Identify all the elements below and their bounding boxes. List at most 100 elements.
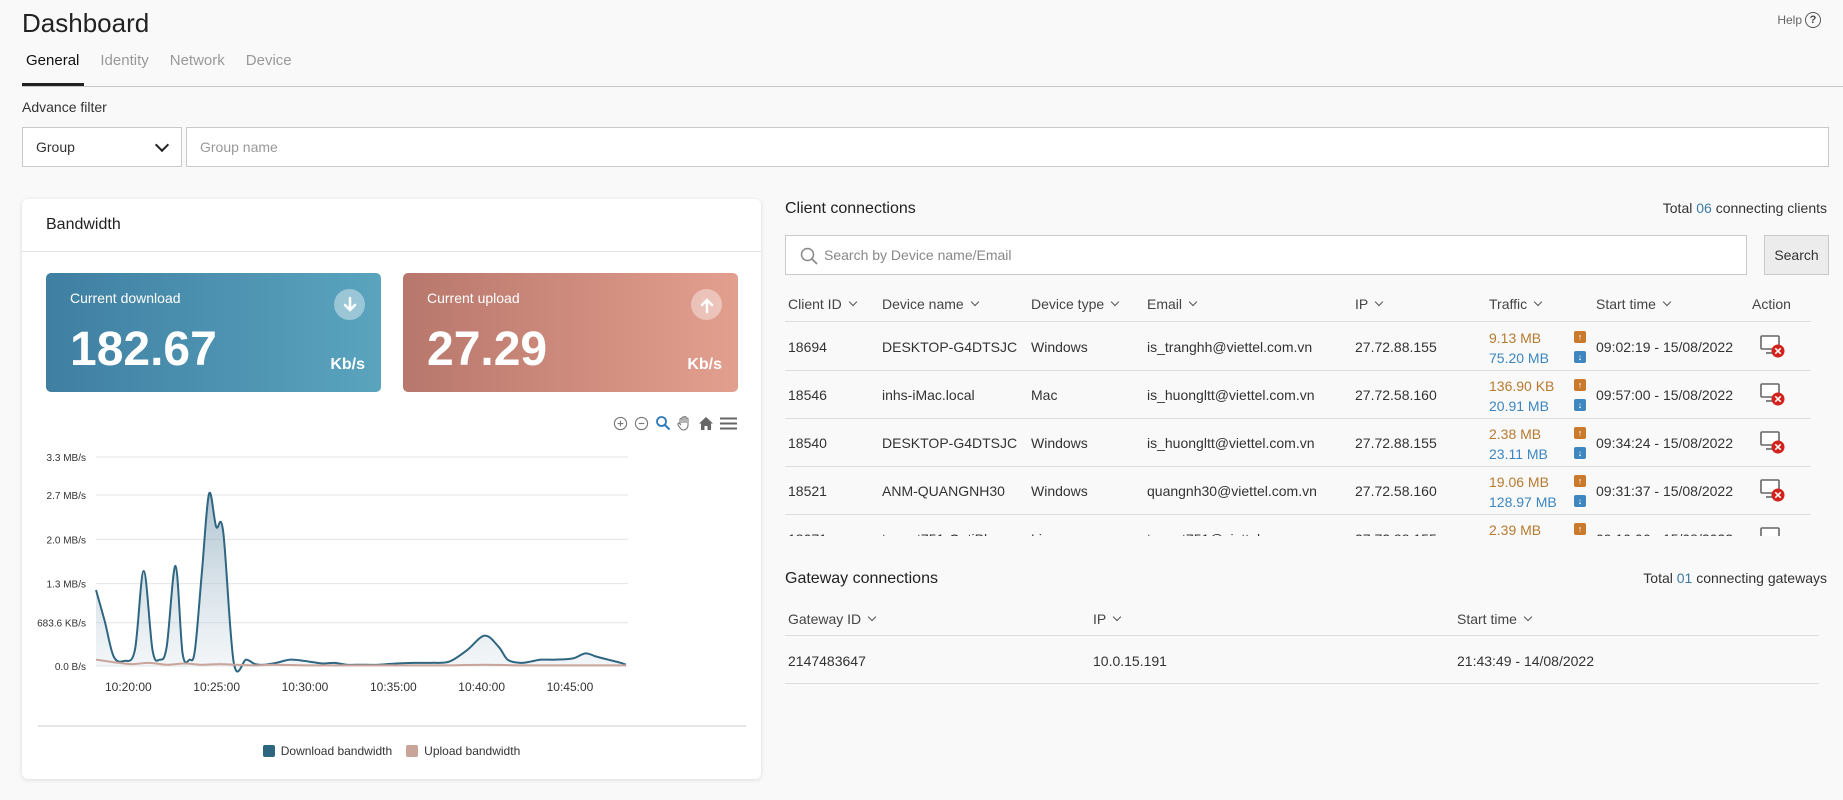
bandwidth-title: Bandwidth: [22, 199, 761, 252]
start-time: 09:10:06 - 15/08/2022: [1596, 515, 1733, 536]
arrow-up-circle-icon: [691, 289, 722, 320]
email: quangnh30@viettel.com.vn: [1147, 483, 1317, 499]
traffic: 2.38 MB 23.11 MB: [1489, 424, 1548, 464]
ip: 27.72.88.155: [1355, 435, 1437, 451]
download-area: [96, 492, 626, 672]
gateway-start-time: 21:43:49 - 14/08/2022: [1457, 652, 1595, 669]
disconnect-icon[interactable]: [1760, 383, 1786, 410]
arrow-down-circle-icon: [334, 289, 365, 320]
col-ip[interactable]: IP: [1355, 296, 1384, 312]
group-select[interactable]: Group: [22, 127, 182, 167]
x-tick-label: 10:30:00: [282, 680, 329, 694]
y-tick-label: 683.6 KB/s: [37, 619, 86, 630]
col-client-id-label: Client ID: [788, 296, 842, 312]
client-search-input[interactable]: Search by Device name/Email: [785, 235, 1747, 275]
client-id: 18071: [788, 515, 827, 536]
email: tungnt751@viettel.com.vn: [1147, 515, 1309, 536]
traffic: 136.90 KB 20.91 MB: [1489, 376, 1554, 416]
gateway-row[interactable]: 2147483647 10.0.15.191 21:43:49 - 14/08/…: [785, 637, 1819, 684]
x-tick-label: 10:35:00: [370, 680, 417, 694]
col-client-id[interactable]: Client ID: [788, 296, 857, 312]
col-gateway-id[interactable]: Gateway ID: [788, 611, 877, 627]
col-device-type[interactable]: Device type: [1031, 296, 1120, 312]
help-label: Help: [1777, 13, 1802, 27]
start-time: 09:02:19 - 15/08/2022: [1596, 339, 1734, 355]
gateway-connections-total: Total 01 connecting gateways: [1643, 570, 1827, 586]
disconnect-icon[interactable]: [1760, 527, 1786, 536]
search-icon: [800, 247, 818, 268]
client-id: 18546: [788, 387, 827, 403]
search-button[interactable]: Search: [1764, 235, 1829, 275]
help-link[interactable]: Help ?: [1777, 12, 1821, 28]
device-name: DESKTOP-G4DTSJC: [882, 339, 1018, 355]
tab-general[interactable]: General: [22, 50, 85, 86]
tab-device[interactable]: Device: [242, 50, 297, 86]
table-row[interactable]: 18694 DESKTOP-G4DTSJC Windows is_tranghh@vi…: [785, 323, 1811, 371]
tab-identity[interactable]: Identity: [96, 50, 153, 86]
gateway-table-header: Gateway ID IP Start time: [785, 604, 1819, 636]
col-traffic[interactable]: Traffic: [1489, 296, 1543, 312]
traffic-upload: 19.06 MB: [1489, 474, 1549, 490]
col-gw-ip[interactable]: IP: [1093, 611, 1122, 627]
chevron-down-icon: [1533, 297, 1543, 307]
col-device-name[interactable]: Device name: [882, 296, 979, 312]
traffic-upload: 2.38 MB: [1489, 426, 1542, 442]
device-name: inhs-iMac.local: [882, 387, 975, 403]
chevron-down-icon: [970, 297, 979, 307]
download-arrow-icon: ↓: [1574, 399, 1586, 411]
disconnect-icon[interactable]: [1760, 431, 1786, 458]
legend-download[interactable]: Download bandwidth: [262, 744, 392, 758]
col-device-type-label: Device type: [1031, 296, 1105, 312]
start-time: 09:31:37 - 15/08/2022: [1596, 483, 1734, 499]
table-row[interactable]: 18540 DESKTOP-G4DTSJC Windows is_huongltt@v…: [785, 419, 1811, 467]
chevron-down-icon: [1112, 612, 1122, 622]
bandwidth-chart: 3.3 MB/s 2.7 MB/s 2.0 MB/s 1.3 MB/s 683.6 KB…: [37, 453, 746, 727]
col-email[interactable]: Email: [1147, 296, 1198, 312]
traffic: 19.06 MB 128.97 MB: [1489, 472, 1557, 512]
disconnect-icon[interactable]: [1760, 335, 1786, 362]
col-start-time[interactable]: Start time: [1596, 296, 1672, 312]
table-row[interactable]: 18546 inhs-iMac.local Mac is_huongltt@viett…: [785, 371, 1811, 419]
gw-total-suffix: connecting gateways: [1696, 570, 1827, 586]
current-upload-unit: Kb/s: [687, 356, 722, 373]
upload-arrow-icon: ↑: [1574, 331, 1586, 343]
current-download-value: 182.67: [70, 323, 217, 376]
tab-network[interactable]: Network: [166, 50, 230, 86]
client-connections-total: Total 06 connecting clients: [1663, 200, 1827, 216]
traffic-download: 20.91 MB: [1489, 398, 1549, 414]
col-gw-start-time[interactable]: Start time: [1457, 611, 1533, 627]
client-search-placeholder: Search by Device name/Email: [824, 247, 1012, 263]
gateway-ip: 10.0.15.191: [1093, 652, 1167, 669]
page-title: Dashboard: [22, 8, 150, 38]
help-icon: ?: [1805, 12, 1821, 28]
col-start-time-label: Start time: [1596, 296, 1656, 312]
col-action-label: Action: [1752, 296, 1791, 312]
disconnect-icon[interactable]: [1760, 479, 1786, 506]
total-prefix: Total: [1662, 200, 1693, 216]
download-arrow-icon: ↓: [1574, 495, 1586, 507]
col-gateway-id-label: Gateway ID: [788, 611, 862, 627]
col-action: Action: [1752, 296, 1791, 312]
download-arrow-icon: ↓: [1574, 351, 1586, 363]
gw-total-count: 01: [1676, 570, 1693, 586]
tab-bar: General Identity Network Device: [22, 50, 1843, 87]
bandwidth-card: Bandwidth Current download 182.67 Kb/s C…: [22, 199, 761, 779]
col-gw-start-time-label: Start time: [1457, 611, 1517, 627]
device-type: Windows: [1031, 339, 1088, 355]
upload-arrow-icon: ↑: [1574, 475, 1586, 487]
legend-upload[interactable]: Upload bandwidth: [406, 744, 520, 758]
device-name: ANM-QUANGNH30: [882, 483, 1005, 499]
current-upload-value: 27.29: [427, 323, 548, 376]
upload-arrow-icon: ↑: [1574, 379, 1586, 391]
start-time: 09:57:00 - 15/08/2022: [1596, 387, 1734, 403]
x-tick-label: 10:20:00: [105, 680, 152, 694]
table-row[interactable]: 18521 ANM-QUANGNH30 Windows quangnh30@viett…: [785, 467, 1811, 515]
device-type: Windows: [1031, 435, 1088, 451]
chart-legend: Download bandwidth Upload bandwidth: [22, 744, 761, 758]
group-name-input[interactable]: Group name: [186, 127, 1829, 167]
col-gw-ip-label: IP: [1093, 611, 1107, 627]
chevron-down-icon: [1523, 612, 1533, 622]
table-row[interactable]: 18071 tungnt751-OptiPlex- Linux tungnt751@v…: [785, 515, 1811, 536]
traffic-upload: 9.13 MB: [1489, 330, 1542, 346]
y-tick-label: 2.0 MB/s: [47, 535, 86, 546]
